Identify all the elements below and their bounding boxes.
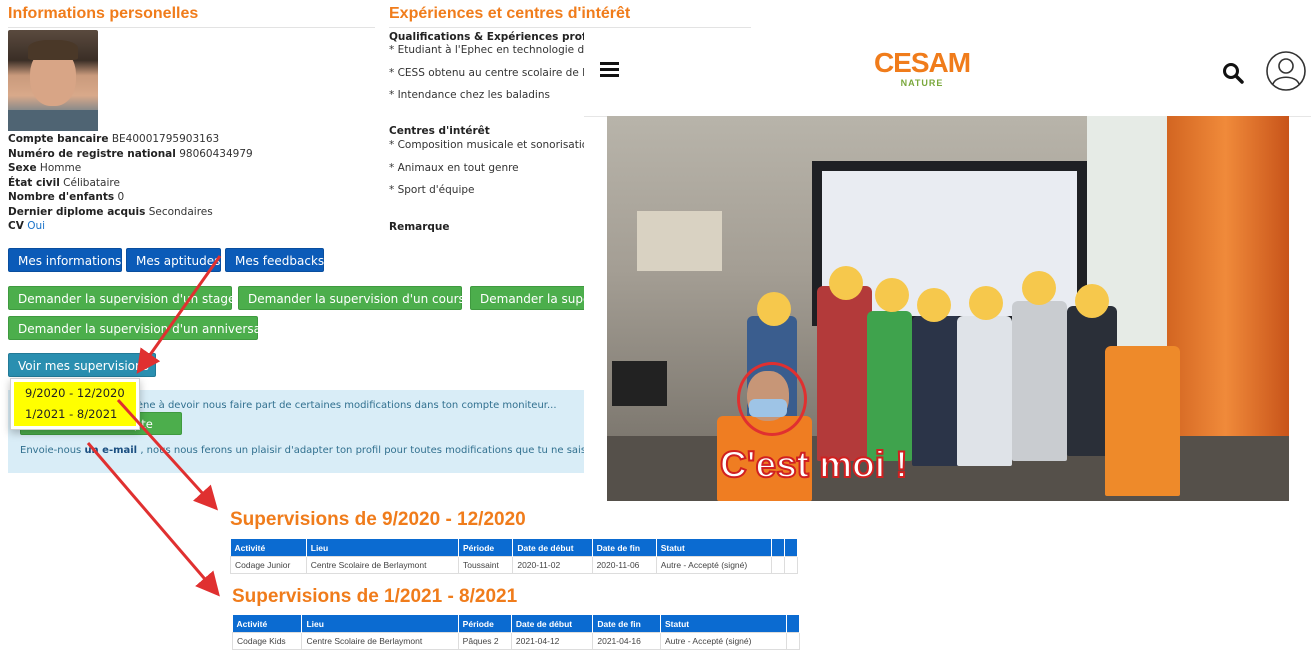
arrow-to-table-2	[86, 442, 220, 597]
arrow-to-table-1	[116, 398, 219, 511]
annotation-arrows	[86, 255, 222, 597]
arrow-to-supervisions-button	[136, 255, 222, 374]
